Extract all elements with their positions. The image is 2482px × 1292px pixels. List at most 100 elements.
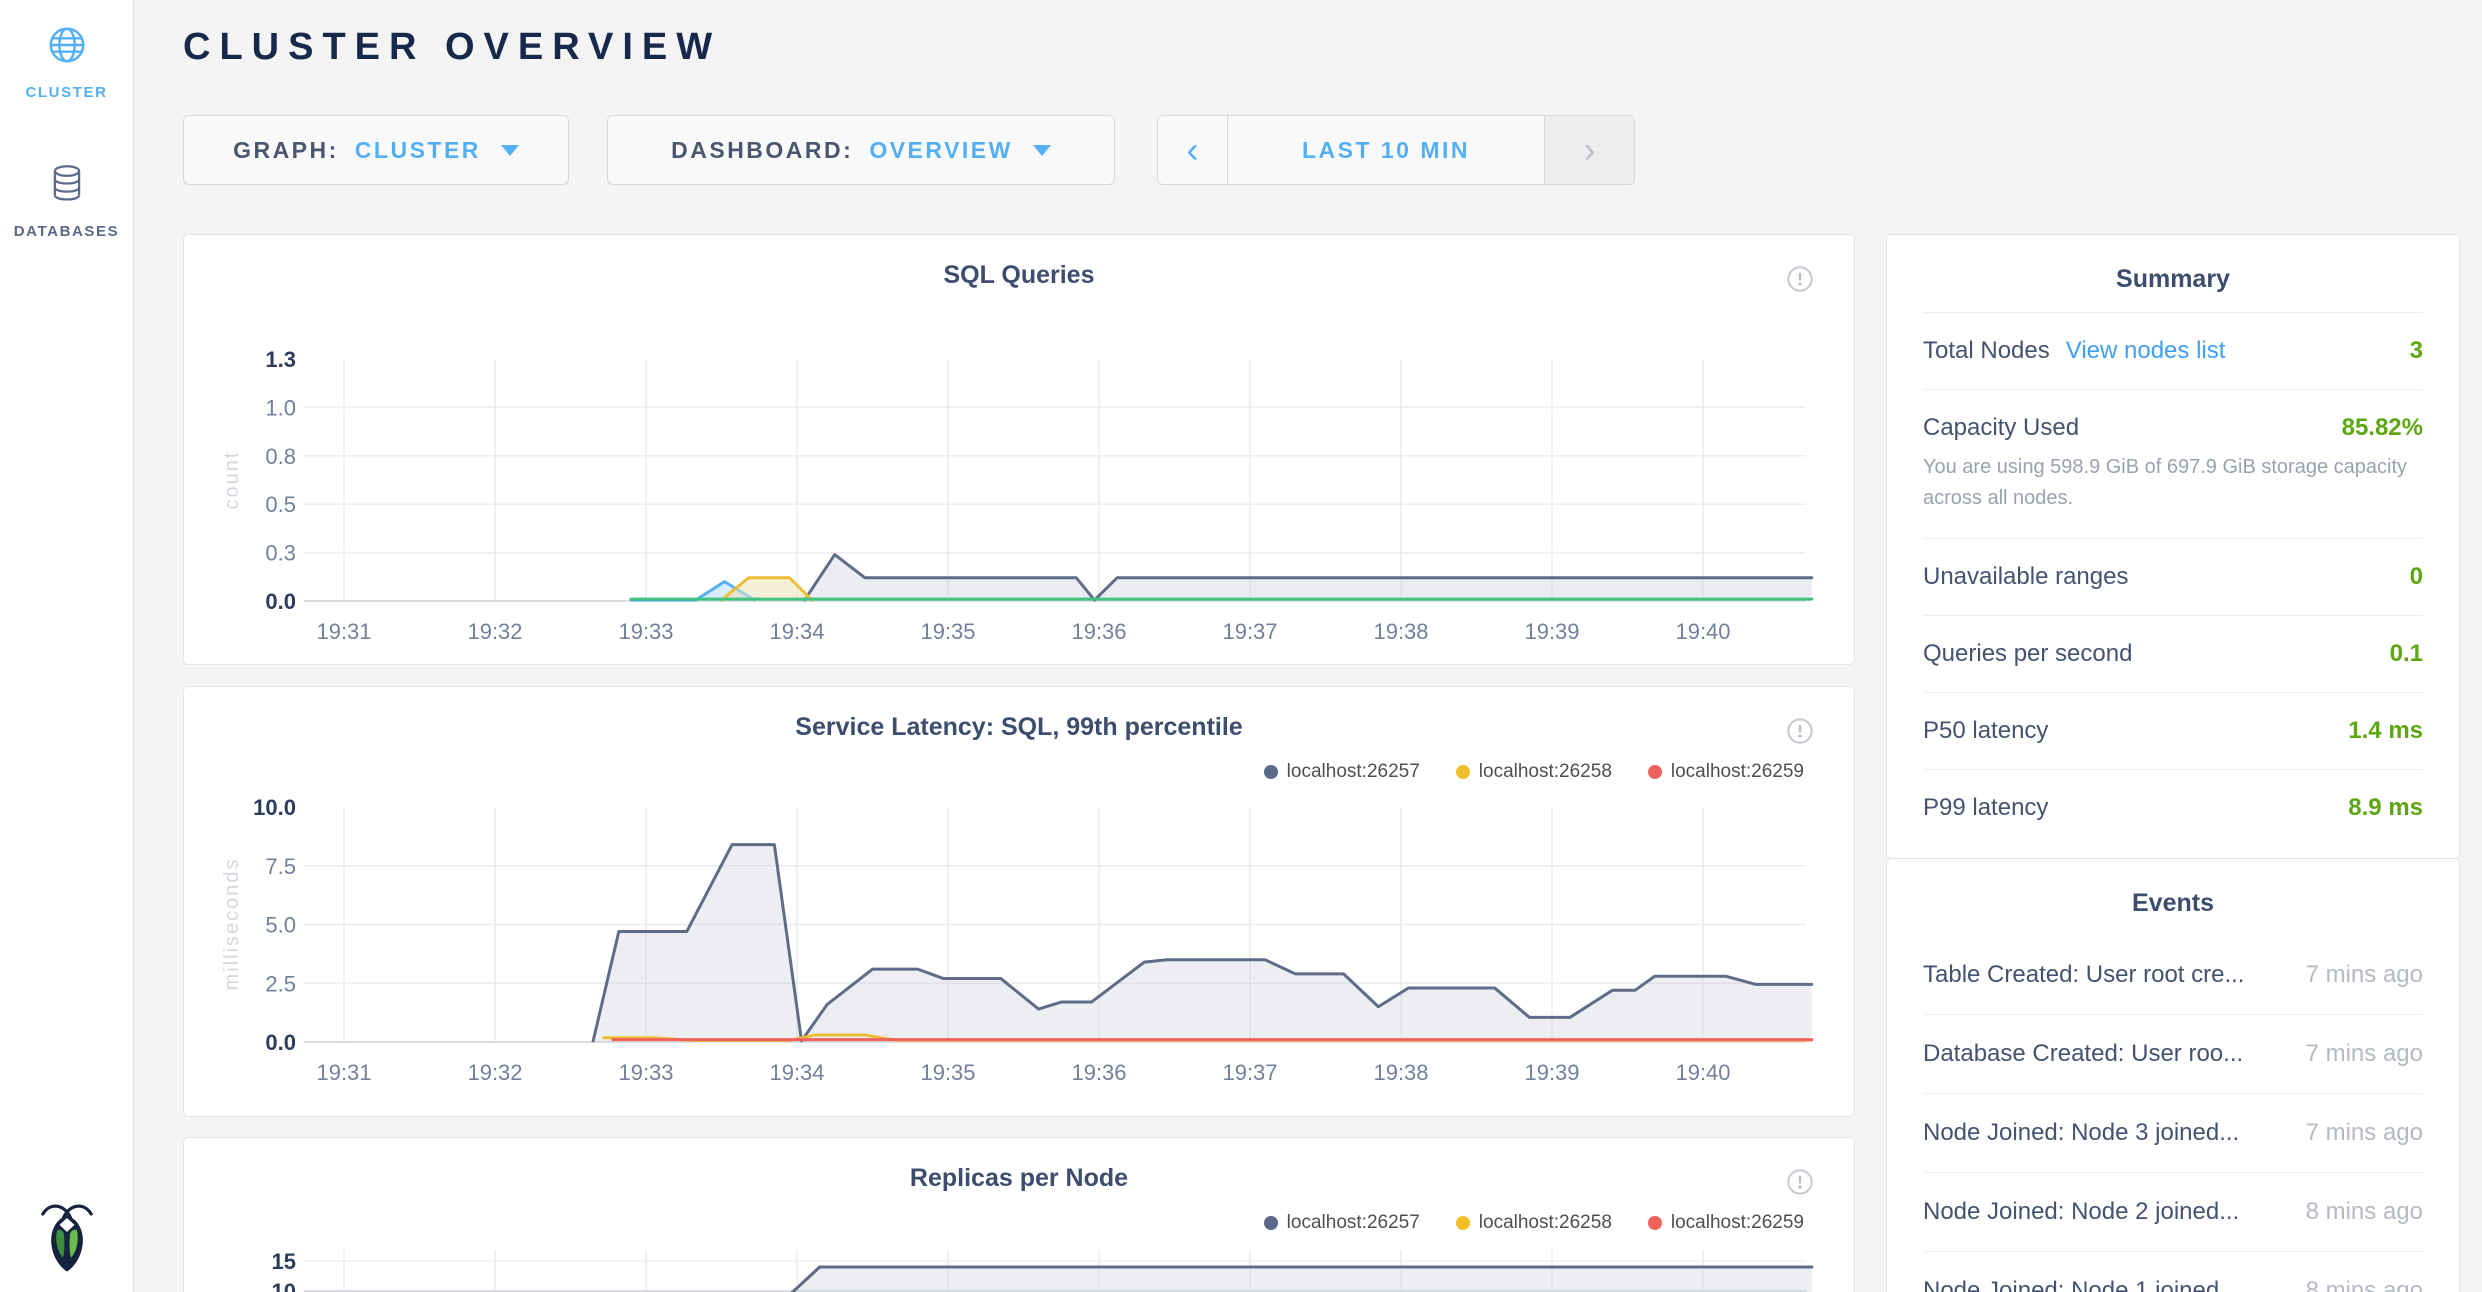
info-icon[interactable] — [1786, 265, 1814, 298]
database-icon — [48, 163, 86, 210]
service-latency-card: 10.07.55.02.50.019:3119:3219:3319:3419:3… — [183, 686, 1855, 1117]
svg-text:19:33: 19:33 — [618, 1060, 673, 1085]
event-row[interactable]: Node Joined: Node 2 joined... 8 mins ago — [1923, 1173, 2423, 1252]
legend-dot — [1264, 1216, 1278, 1230]
summary-row-total-nodes: Total Nodes View nodes list 3 — [1923, 312, 2423, 389]
time-next-button[interactable]: › — [1544, 116, 1634, 184]
svg-text:7.5: 7.5 — [265, 854, 296, 879]
event-row[interactable]: Node Joined: Node 1 joined... 8 mins ago — [1923, 1252, 2423, 1292]
sidebar-item-label: CLUSTER — [25, 84, 107, 101]
time-prev-button[interactable]: ‹ — [1158, 116, 1228, 184]
svg-text:0.8: 0.8 — [265, 444, 296, 469]
legend-item: localhost:26257 — [1264, 761, 1420, 783]
svg-text:19:37: 19:37 — [1222, 1060, 1277, 1085]
event-title: Table Created: User root cre... — [1923, 961, 2244, 989]
legend-label: localhost:26257 — [1287, 761, 1420, 783]
svg-text:0.0: 0.0 — [265, 589, 296, 614]
summary-row-queries-per-second: Queries per second 0.1 — [1923, 615, 2423, 692]
event-row[interactable]: Node Joined: Node 3 joined... 7 mins ago — [1923, 1094, 2423, 1173]
event-time: 8 mins ago — [2306, 1198, 2423, 1226]
cluster-overview-page: CLUSTER DATABASES — [0, 0, 2482, 1292]
legend-item: localhost:26257 — [1264, 1212, 1420, 1234]
chart-title: Replicas per Node — [184, 1164, 1854, 1193]
svg-text:5.0: 5.0 — [265, 913, 296, 938]
summary-value: 1.4 ms — [2348, 717, 2423, 745]
event-row[interactable]: Database Created: User roo... 7 mins ago — [1923, 1015, 2423, 1094]
legend-item: localhost:26258 — [1456, 761, 1612, 783]
svg-text:milliseconds: milliseconds — [221, 858, 243, 991]
dashboard-dropdown-value: OVERVIEW — [869, 137, 1013, 164]
event-title: Node Joined: Node 3 joined... — [1923, 1119, 2239, 1147]
legend-label: localhost:26257 — [1287, 1212, 1420, 1234]
svg-text:19:32: 19:32 — [467, 619, 522, 644]
summary-label: Queries per second — [1923, 640, 2132, 668]
event-time: 7 mins ago — [2306, 1119, 2423, 1147]
event-row[interactable]: Table Created: User root cre... 7 mins a… — [1923, 936, 2423, 1015]
info-icon[interactable] — [1786, 717, 1814, 750]
summary-label: Capacity Used — [1923, 414, 2079, 442]
sidebar: CLUSTER DATABASES — [0, 0, 134, 1292]
legend-dot — [1456, 1216, 1470, 1230]
summary-label: Total Nodes — [1923, 337, 2050, 365]
sidebar-item-label: DATABASES — [14, 223, 120, 240]
svg-text:10.0: 10.0 — [253, 795, 296, 820]
graph-dropdown-label: GRAPH: — [233, 137, 339, 164]
replicas-per-node-card: 15 10 Replicas per Node localhost:26257 l… — [183, 1137, 1855, 1292]
chart-legend: localhost:26257 localhost:26258 localhos… — [1264, 761, 1804, 783]
svg-text:19:39: 19:39 — [1524, 619, 1579, 644]
sidebar-item-databases[interactable]: DATABASES — [0, 163, 133, 240]
summary-row-p50-latency: P50 latency 1.4 ms — [1923, 692, 2423, 769]
time-range-label[interactable]: LAST 10 MIN — [1228, 116, 1544, 184]
svg-text:15: 15 — [272, 1249, 296, 1274]
cockroachdb-logo — [38, 1199, 96, 1280]
svg-text:0.0: 0.0 — [265, 1030, 296, 1055]
summary-row-unavailable-ranges: Unavailable ranges 0 — [1923, 538, 2423, 615]
time-range-selector: ‹ LAST 10 MIN › — [1157, 115, 1635, 185]
svg-text:19:40: 19:40 — [1675, 1060, 1730, 1085]
chart-title: Service Latency: SQL, 99th percentile — [184, 713, 1854, 742]
svg-text:19:31: 19:31 — [316, 619, 371, 644]
legend-dot — [1264, 765, 1278, 779]
svg-text:count: count — [221, 451, 243, 510]
event-title: Node Joined: Node 2 joined... — [1923, 1198, 2239, 1226]
summary-panel: Summary Total Nodes View nodes list 3 Ca… — [1886, 234, 2460, 859]
summary-value: 8.9 ms — [2348, 794, 2423, 822]
summary-label: P99 latency — [1923, 794, 2048, 822]
svg-text:10: 10 — [272, 1279, 296, 1292]
event-time: 7 mins ago — [2306, 961, 2423, 989]
summary-value: 0.1 — [2390, 640, 2423, 668]
summary-title: Summary — [1923, 265, 2423, 294]
sql-queries-plot: 1.31.00.80.50.30.019:3119:3219:3319:3419… — [184, 235, 1856, 671]
summary-value: 85.82% — [2342, 414, 2423, 442]
graph-dropdown[interactable]: GRAPH: CLUSTER — [183, 115, 569, 185]
event-title: Node Joined: Node 1 joined... — [1923, 1277, 2239, 1292]
legend-label: localhost:26259 — [1671, 761, 1804, 783]
svg-text:0.5: 0.5 — [265, 492, 296, 517]
svg-text:19:39: 19:39 — [1524, 1060, 1579, 1085]
summary-row-p99-latency: P99 latency 8.9 ms — [1923, 769, 2423, 846]
dashboard-dropdown-label: DASHBOARD: — [671, 137, 853, 164]
chevron-down-icon — [501, 145, 519, 156]
events-panel: Events Table Created: User root cre... 7… — [1886, 858, 2460, 1292]
info-icon[interactable] — [1786, 1168, 1814, 1201]
legend-dot — [1648, 1216, 1662, 1230]
event-title: Database Created: User roo... — [1923, 1040, 2243, 1068]
summary-label: Unavailable ranges — [1923, 563, 2128, 591]
graph-dropdown-value: CLUSTER — [355, 137, 481, 164]
svg-text:19:35: 19:35 — [920, 619, 975, 644]
dashboard-dropdown[interactable]: DASHBOARD: OVERVIEW — [607, 115, 1115, 185]
summary-row-capacity-used: Capacity Used 85.82% You are using 598.9… — [1923, 389, 2423, 538]
legend-label: localhost:26259 — [1671, 1212, 1804, 1234]
svg-text:0.3: 0.3 — [265, 541, 296, 566]
svg-text:19:34: 19:34 — [769, 1060, 824, 1085]
svg-text:19:34: 19:34 — [769, 619, 824, 644]
svg-text:19:31: 19:31 — [316, 1060, 371, 1085]
view-nodes-list-link[interactable]: View nodes list — [2066, 337, 2226, 365]
controls-bar: GRAPH: CLUSTER DASHBOARD: OVERVIEW ‹ LAS… — [183, 115, 1635, 185]
sidebar-item-cluster[interactable]: CLUSTER — [0, 0, 133, 101]
legend-label: localhost:26258 — [1479, 1212, 1612, 1234]
svg-text:19:35: 19:35 — [920, 1060, 975, 1085]
svg-text:2.5: 2.5 — [265, 971, 296, 996]
svg-text:19:40: 19:40 — [1675, 619, 1730, 644]
event-time: 8 mins ago — [2306, 1277, 2423, 1292]
